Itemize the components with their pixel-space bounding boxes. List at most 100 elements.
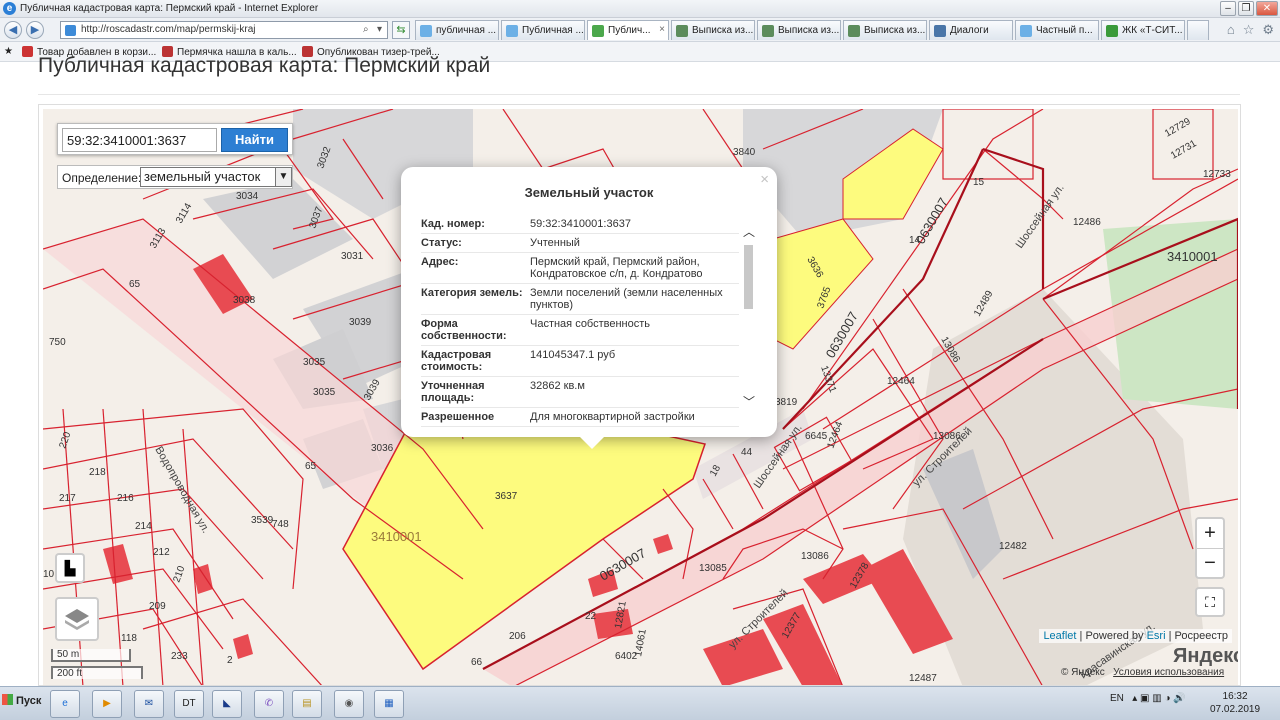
- tray-icons[interactable]: ▴ ▣ ▥ ◑ 🔊: [1127, 693, 1186, 704]
- dt-app-icon[interactable]: DT: [174, 690, 204, 718]
- info-key: Кадастровая стоимость:: [421, 349, 492, 373]
- label-parcel: 3035: [303, 357, 326, 368]
- tab-favicon-icon: [676, 25, 688, 37]
- new-tab-button[interactable]: [1187, 20, 1209, 40]
- tab-label: публичная ...: [436, 25, 497, 36]
- parcel-info-popup: × Земельный участок Кад. номер: 59:32:341…: [401, 167, 777, 449]
- find-button[interactable]: Найти: [221, 128, 288, 152]
- definition-label: Определение:: [62, 171, 142, 185]
- tab-6[interactable]: Выписка из...: [843, 20, 927, 40]
- tab-4[interactable]: Выписка из...: [671, 20, 755, 40]
- chevron-down-icon[interactable]: ▼: [275, 168, 291, 186]
- label-quarter: 3410001: [1167, 249, 1218, 264]
- tab-9[interactable]: ЖК «Т-СИТ...: [1101, 20, 1185, 40]
- tab-5[interactable]: Выписка из...: [757, 20, 841, 40]
- info-value: Частная собственность: [530, 318, 651, 330]
- favorites-star-icon[interactable]: ☆: [1243, 22, 1255, 38]
- terms-link[interactable]: Условия использования: [1113, 667, 1224, 678]
- map-attribution: Leaflet | Powered by Esri | Росреестр: [1039, 629, 1232, 643]
- windows-taskbar: Пуск e ▶ ✉ DT ◣ ✆ ▤ ◉ ▦ EN ▴ ▣ ▥ ◑ 🔊 16:…: [0, 686, 1280, 720]
- tab-label: ЖК «Т-СИТ...: [1122, 25, 1183, 36]
- scale-bar-imperial: 200 ft: [51, 666, 143, 679]
- info-key: Категория земель:: [421, 287, 523, 299]
- scrollbar-thumb[interactable]: [744, 245, 753, 309]
- info-value: 59:32:3410001:3637: [530, 218, 631, 230]
- zoom-in-button[interactable]: +: [1197, 519, 1223, 548]
- tab-8[interactable]: Частный п...: [1015, 20, 1099, 40]
- label-parcel: 3034: [236, 191, 259, 202]
- terminal-app-icon[interactable]: ◣: [212, 690, 242, 718]
- tab-favicon-icon: [1106, 25, 1118, 37]
- tab-1[interactable]: публичная ...: [415, 20, 499, 40]
- folder-icon[interactable]: ▤: [292, 690, 322, 718]
- label-parcel: 3031: [341, 251, 364, 262]
- label-parcel: 22: [585, 611, 597, 622]
- zoom-out-button[interactable]: −: [1197, 548, 1223, 577]
- clock[interactable]: 16:32 07.02.2019: [1210, 690, 1260, 716]
- cadastral-search-panel: Найти: [57, 123, 293, 155]
- tab-label: Выписка из...: [864, 25, 926, 36]
- ie-taskbar-icon[interactable]: e: [50, 690, 80, 718]
- thunderbird-icon[interactable]: ✉: [134, 690, 164, 718]
- maximize-button[interactable]: ❐: [1238, 1, 1254, 16]
- favorites-icon[interactable]: ★: [4, 46, 13, 57]
- label-parcel: 12487: [909, 673, 937, 684]
- tab-2[interactable]: Публичная ...: [501, 20, 585, 40]
- scale-bar-metric: 50 m: [51, 649, 131, 662]
- media-player-icon[interactable]: ▶: [92, 690, 122, 718]
- label-parcel: 3819: [775, 397, 798, 408]
- info-row: Адрес: Пермский край, Пермский район, Кон…: [421, 253, 739, 284]
- label-parcel: 12733: [1203, 169, 1231, 180]
- tab-favicon-icon: [762, 25, 774, 37]
- label-parcel: 3035: [313, 387, 336, 398]
- ruler-icon: ▙: [64, 560, 76, 576]
- esri-link[interactable]: Esri: [1147, 630, 1166, 642]
- home-icon[interactable]: ⌂: [1227, 22, 1235, 38]
- label-parcel: 12482: [999, 541, 1027, 552]
- cadastral-map[interactable]: 3637 3840 3034 3032 3037 3031 3114 3113 …: [43, 109, 1238, 685]
- info-row: Форма собственности: Частная собственност…: [421, 315, 739, 346]
- layers-button[interactable]: [55, 597, 99, 641]
- close-window-button[interactable]: ✕: [1256, 1, 1278, 16]
- language-indicator[interactable]: EN: [1110, 693, 1124, 704]
- info-key: Адрес:: [421, 256, 459, 268]
- settings-gear-icon[interactable]: ⚙: [1262, 22, 1274, 38]
- measure-button[interactable]: ▙: [55, 553, 85, 583]
- info-key: Форма собственности:: [421, 318, 507, 342]
- vk-icon: [934, 25, 946, 37]
- popup-scrollbar[interactable]: ︿ ﹀: [741, 215, 757, 415]
- viber-icon[interactable]: ✆: [254, 690, 284, 718]
- start-label: Пуск: [16, 695, 42, 707]
- back-button[interactable]: ◀: [4, 21, 22, 39]
- label-parcel: 214: [135, 521, 152, 532]
- chevron-up-icon[interactable]: ︿: [743, 223, 755, 240]
- camera-app-icon[interactable]: ◉: [334, 690, 364, 718]
- leaflet-link[interactable]: Leaflet: [1043, 630, 1076, 642]
- close-tab-icon[interactable]: ×: [659, 24, 665, 35]
- dropdown-arrow-icon[interactable]: ▾: [377, 24, 382, 35]
- chevron-down-icon[interactable]: ﹀: [743, 393, 755, 410]
- forward-button[interactable]: ▶: [26, 21, 44, 39]
- info-row: Категория земель: Земли поселений (земли …: [421, 284, 739, 315]
- tab-7[interactable]: Диалоги: [929, 20, 1013, 40]
- refresh-button[interactable]: ⇆: [392, 21, 410, 39]
- tab-3-active[interactable]: Публич... ×: [587, 20, 669, 40]
- attribution-text: | Powered by: [1076, 630, 1147, 642]
- definition-selected-value: земельный участок: [144, 169, 261, 184]
- tab-label: Частный п...: [1036, 25, 1093, 36]
- label-parcel: 3039: [349, 317, 372, 328]
- start-button[interactable]: Пуск: [2, 694, 42, 714]
- search-icon[interactable]: ⌕: [363, 24, 369, 35]
- address-bar[interactable]: http://roscadastr.com/map/permskij-kraj …: [60, 21, 388, 39]
- fullscreen-button[interactable]: ⛶: [1195, 587, 1225, 617]
- label-parcel: 218: [89, 467, 106, 478]
- cadastral-number-input[interactable]: [62, 128, 217, 152]
- clock-date: 07.02.2019: [1210, 704, 1261, 715]
- info-value: 32862 кв.м: [530, 380, 585, 392]
- word-document-icon[interactable]: ▦: [374, 690, 404, 718]
- tab-label: Выписка из...: [778, 25, 840, 36]
- popup-body[interactable]: Кад. номер: 59:32:3410001:3637 Статус: Учт…: [421, 215, 739, 427]
- definition-select[interactable]: земельный участок ▼: [140, 167, 292, 187]
- tab-label: Публичная ...: [522, 25, 584, 36]
- minimize-button[interactable]: –: [1220, 1, 1236, 16]
